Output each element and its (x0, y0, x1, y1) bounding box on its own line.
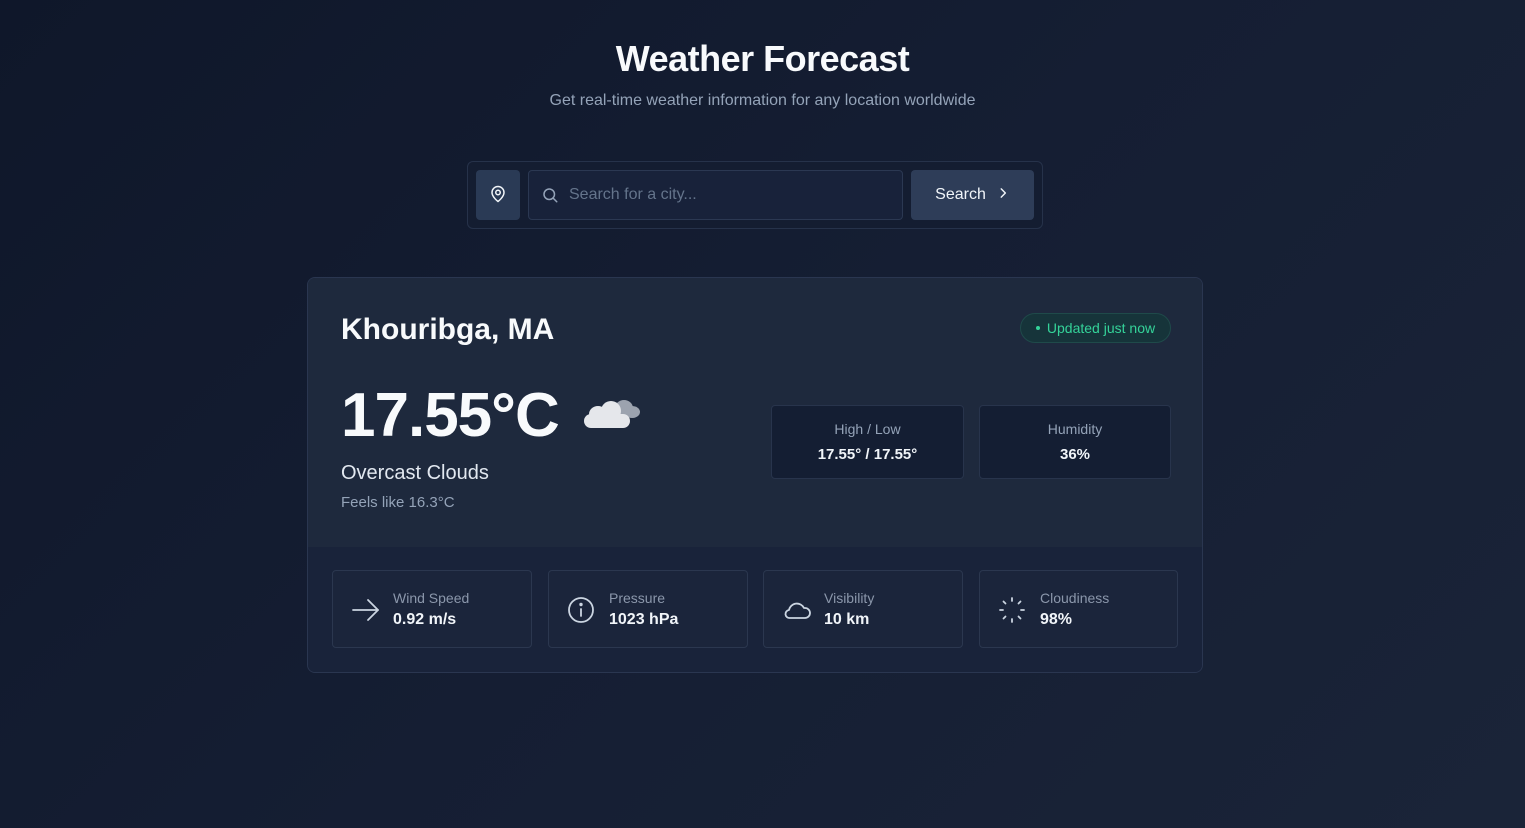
loader-icon (998, 596, 1026, 629)
detail-value: 98% (1040, 611, 1073, 628)
temperature: 17.55°C (341, 381, 560, 450)
page-subtitle: Get real-time weather information for an… (549, 92, 976, 109)
stat-value: 36% (1059, 446, 1091, 463)
detail-value: 10 km (824, 611, 870, 628)
weather-app: Weather Forecast Get real-time weather i… (0, 0, 1525, 828)
cloud-icon (782, 596, 812, 629)
search-icon (541, 186, 559, 209)
stat-label: High / Low (834, 421, 901, 437)
status-dot-icon (1035, 326, 1040, 330)
status-text: Updated just now (1046, 320, 1156, 336)
detail-label: Pressure (609, 590, 666, 606)
weather-description: Overcast Clouds (341, 462, 489, 484)
high-low-stat: High / Low 17.55° / 17.55° (771, 405, 964, 479)
page-title: Weather Forecast (615, 38, 910, 79)
overcast-clouds-icon (582, 390, 642, 437)
stat-label: Humidity (1047, 421, 1103, 437)
search-input[interactable] (569, 171, 899, 219)
stat-value: 17.55° / 17.55° (817, 446, 918, 463)
search-field (528, 170, 903, 220)
detail-label: Wind Speed (393, 590, 470, 606)
weather-card: Khouribga, MA Updated just now 17.55°C O… (307, 277, 1203, 673)
current-location-button[interactable] (476, 170, 520, 220)
detail-cloudiness: Cloudiness 98% (979, 570, 1178, 648)
chevron-right-icon (996, 186, 1010, 205)
map-pin-icon (489, 185, 507, 206)
arrow-right-icon (351, 596, 381, 629)
city-name: Khouribga, MA (341, 313, 555, 346)
detail-label: Visibility (824, 590, 875, 606)
detail-wind-speed: Wind Speed 0.92 m/s (332, 570, 532, 648)
humidity-stat: Humidity 36% (979, 405, 1171, 479)
detail-value: 0.92 m/s (393, 611, 457, 628)
detail-label: Cloudiness (1040, 590, 1110, 606)
search-button-label: Search (935, 186, 986, 203)
detail-visibility: Visibility 10 km (763, 570, 963, 648)
feels-like: Feels like 16.3°C (341, 494, 455, 511)
status-badge: Updated just now (1020, 313, 1171, 343)
search-bar: Search (467, 161, 1043, 229)
search-button[interactable]: Search (911, 170, 1034, 220)
info-icon (567, 596, 595, 629)
detail-value: 1023 hPa (609, 611, 679, 628)
detail-pressure: Pressure 1023 hPa (548, 570, 748, 648)
